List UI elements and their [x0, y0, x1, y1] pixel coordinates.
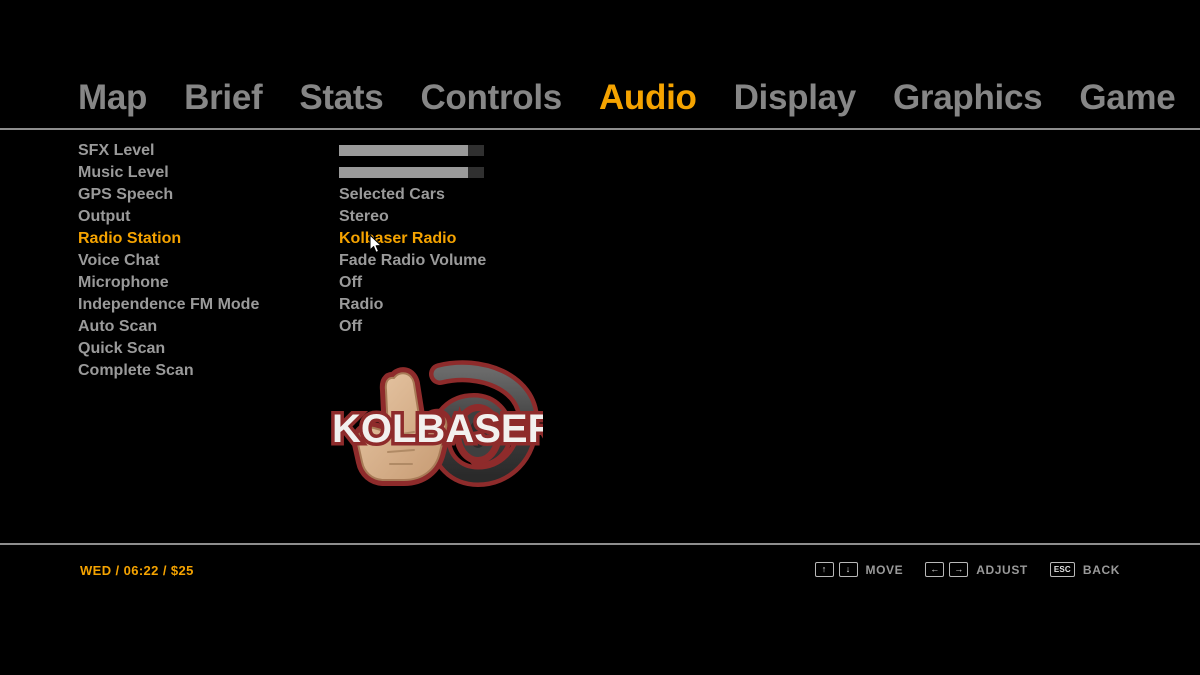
setting-value: Fade Radio Volume — [339, 252, 487, 269]
pause-menu-screen: Map Brief Stats Controls Audio Display Graphic… — [0, 0, 1200, 675]
tab-controls[interactable]: Controls — [420, 80, 562, 115]
control-hint-label: BACK — [1082, 562, 1120, 577]
setting-label: Quick Scan — [78, 340, 166, 357]
svg-text:KOLBASER: KOLBASER — [332, 407, 543, 451]
setting-label: Independence FM Mode — [78, 296, 260, 313]
setting-label: Radio Station — [78, 230, 182, 247]
control-hint-label: MOVE — [865, 562, 904, 577]
control-hint: ESC BACK — [1049, 562, 1120, 577]
control-hints: ↑ ↓ MOVE ← → ADJUST ESC BACK — [814, 562, 1121, 577]
setting-value: Off — [339, 318, 363, 335]
setting-slider[interactable] — [339, 145, 484, 156]
tab-brief[interactable]: Brief — [184, 80, 263, 115]
setting-row[interactable]: GPS Speech Selected Cars — [0, 184, 1200, 206]
setting-row[interactable]: Independence FM Mode Radio — [0, 294, 1200, 316]
keycap-icon: ← — [925, 562, 945, 577]
setting-label: GPS Speech — [78, 186, 174, 203]
setting-slider-fill — [339, 145, 469, 156]
setting-label: SFX Level — [78, 142, 155, 159]
audio-settings-list: SFX Level Music Level GPS Speech Selected C… — [0, 140, 1200, 382]
setting-row[interactable]: Music Level — [0, 162, 1200, 184]
setting-row[interactable]: Complete Scan — [0, 360, 1200, 382]
keycap-icon: ↓ — [838, 562, 858, 577]
tab-stats[interactable]: Stats — [299, 80, 383, 115]
header-divider — [0, 128, 1200, 130]
keycap-icon: ESC — [1049, 562, 1075, 577]
setting-slider-fill — [339, 167, 469, 178]
setting-row[interactable]: Output Stereo — [0, 206, 1200, 228]
kolbaser-radio-logo: KOLBASER — [328, 360, 543, 488]
tab-graphics[interactable]: Graphics — [893, 80, 1043, 115]
setting-row[interactable]: Voice Chat Fade Radio Volume — [0, 250, 1200, 272]
keycap-icon: ↑ — [814, 562, 834, 577]
setting-label: Voice Chat — [78, 252, 160, 269]
footer-divider — [0, 543, 1200, 545]
control-hint: ↑ ↓ MOVE — [814, 562, 904, 577]
setting-row[interactable]: SFX Level — [0, 140, 1200, 162]
setting-label: Microphone — [78, 274, 169, 291]
setting-value: Off — [339, 274, 363, 291]
tab-audio[interactable]: Audio — [599, 80, 697, 115]
setting-label: Music Level — [78, 164, 169, 181]
control-hint: ← → ADJUST — [925, 562, 1028, 577]
setting-value: Kolbaser Radio — [339, 230, 457, 247]
setting-row[interactable]: Quick Scan — [0, 338, 1200, 360]
control-hint-label: ADJUST — [976, 562, 1028, 577]
setting-row[interactable]: Radio Station Kolbaser Radio — [0, 228, 1200, 250]
setting-label: Output — [78, 208, 131, 225]
setting-label: Complete Scan — [78, 362, 194, 379]
main-menu-tabs: Map Brief Stats Controls Audio Display Graphic… — [0, 68, 1200, 126]
tab-display[interactable]: Display — [734, 80, 857, 115]
setting-slider[interactable] — [339, 167, 484, 178]
tab-map[interactable]: Map — [78, 80, 147, 115]
setting-value: Stereo — [339, 208, 389, 225]
setting-label: Auto Scan — [78, 318, 158, 335]
setting-row[interactable]: Auto Scan Off — [0, 316, 1200, 338]
status-bar-info: WED / 06:22 / $25 — [80, 563, 194, 578]
keycap-icon: → — [949, 562, 969, 577]
setting-value: Radio — [339, 296, 384, 313]
tab-game[interactable]: Game — [1079, 80, 1175, 115]
setting-value: Selected Cars — [339, 186, 445, 203]
setting-row[interactable]: Microphone Off — [0, 272, 1200, 294]
